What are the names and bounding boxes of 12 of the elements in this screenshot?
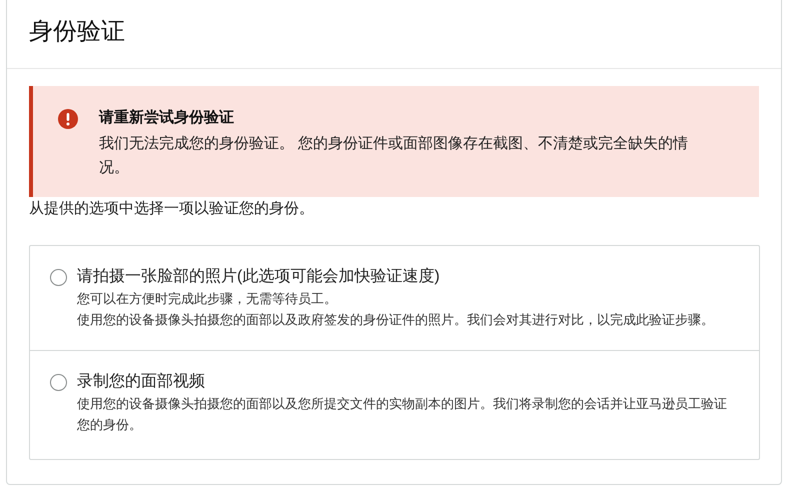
instruction-text: 从提供的选项中选择一项以验证您的身份。 — [29, 199, 314, 219]
option-description: 使用您的设备摄像头拍摄您的面部以及您所提交文件的实物副本的图片。我们将录制您的会话并让亚马逊员工验证您的身份。 — [77, 395, 728, 434]
option-description: 您可以在方便时完成此步骤，无需等待员工。 — [77, 290, 338, 308]
error-icon — [57, 108, 79, 130]
alert-message: 我们无法完成您的身份验证。 您的身份证件或面部图像存在截图、不清楚或完全缺失的情况。 — [99, 134, 690, 178]
option-label[interactable]: 请拍摄一张脸部的照片(此选项可能会加快验证速度) — [77, 266, 440, 288]
page-title: 身份验证 — [29, 17, 125, 47]
option-label[interactable]: 录制您的面部视频 — [77, 371, 205, 393]
alert-title: 请重新尝试身份验证 — [99, 108, 234, 128]
radio-button[interactable] — [50, 269, 67, 286]
option-description: 使用您的设备摄像头拍摄您的面部以及政府签发的身份证件的照片。我们会对其进行对比，以完成此验证步骤。 — [77, 311, 715, 329]
radio-button[interactable] — [50, 374, 67, 391]
